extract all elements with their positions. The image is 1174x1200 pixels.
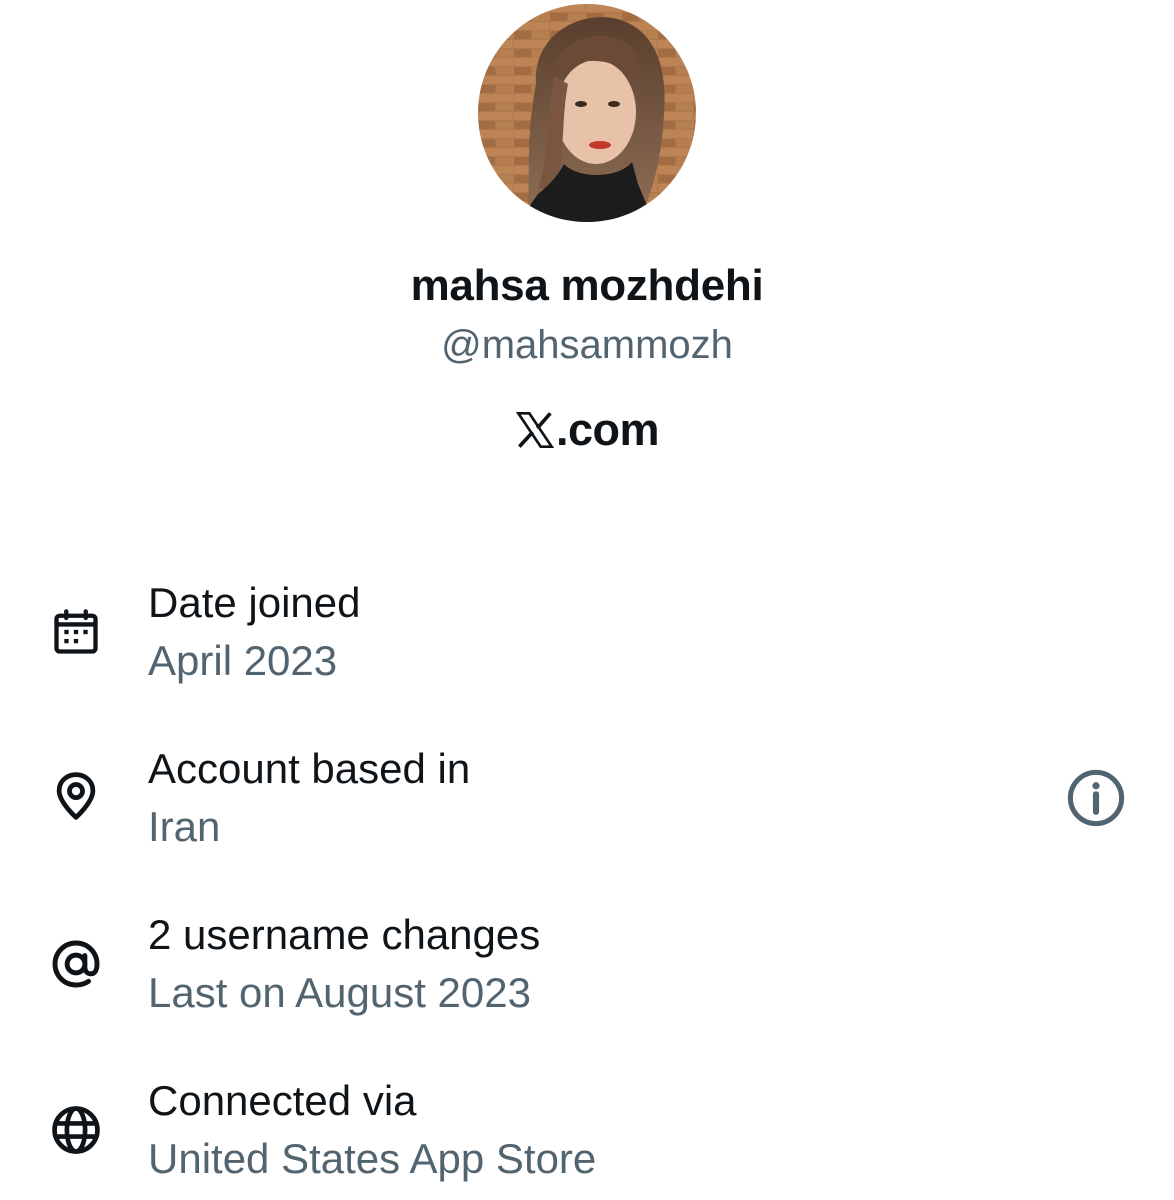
globe-icon [46,1100,106,1160]
about-row-username-changes: 2 username changes Last on August 2023 [0,910,1174,1040]
profile-photo [478,4,696,222]
display-name: mahsa mozhdehi [410,261,764,310]
about-row-connected-via: Connected via United States App Store [0,1076,1174,1200]
about-row-title: Account based in [148,745,471,792]
location-pin-icon [46,766,106,826]
calendar-icon [46,602,106,662]
about-row-title: Connected via [148,1077,417,1124]
info-icon[interactable] [1064,766,1128,830]
at-sign-icon [46,934,106,994]
about-row-value: United States App Store [148,1135,597,1182]
about-row-value: April 2023 [148,637,338,684]
account-about-page: mahsa mozhdehi @mahsammozh .com Date joi… [0,0,1174,1200]
about-row-title: 2 username changes [148,911,541,958]
about-row-value: Iran [148,803,221,850]
avatar[interactable] [478,4,696,222]
about-row-date-joined: Date joined April 2023 [0,578,1174,708]
about-row-account-based-in: Account based in Iran [0,744,1174,874]
x-logo-icon [515,410,555,450]
about-row-value: Last on August 2023 [148,969,531,1016]
about-row-title: Date joined [148,579,361,626]
username-handle: @mahsammozh [441,323,733,367]
brand-domain-text: .com [555,404,660,455]
brand-line: .com [0,400,1174,460]
